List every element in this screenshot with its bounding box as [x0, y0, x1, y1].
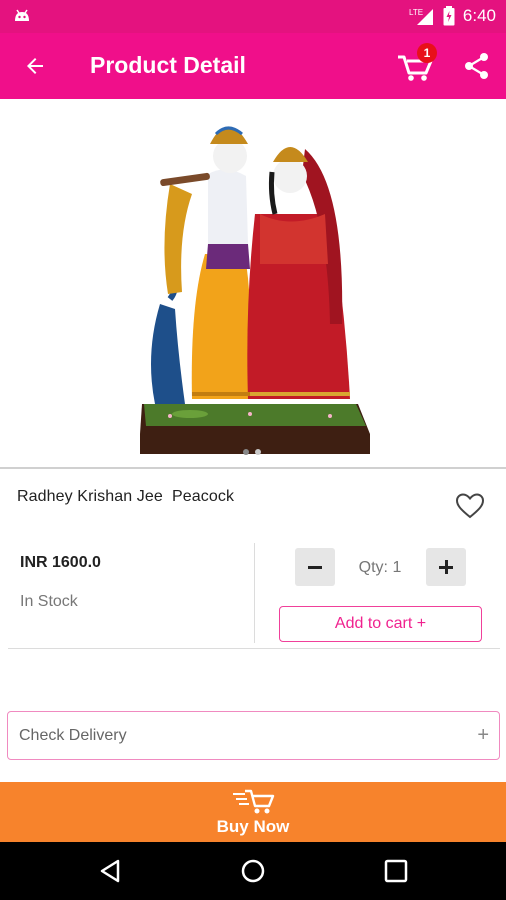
- status-bar: LTE 6:40: [0, 0, 506, 33]
- pager-dot[interactable]: [243, 449, 249, 455]
- heart-icon[interactable]: [455, 492, 485, 520]
- product-name: Radhey Krishan Jee Peacock: [17, 488, 235, 505]
- divider: [8, 648, 500, 649]
- battery-icon: [443, 6, 455, 26]
- product-price: INR 1600.0: [20, 554, 101, 571]
- svg-text:LTE: LTE: [409, 8, 423, 17]
- decrease-quantity-button[interactable]: [295, 548, 335, 586]
- check-delivery-label: Check Delivery: [19, 727, 127, 744]
- android-notification-icon: [15, 9, 29, 21]
- stock-status: In Stock: [20, 593, 78, 610]
- back-button[interactable]: [18, 49, 52, 83]
- product-detail-screen: LTE 6:40 Product Detail 1 Radhey Krishan…: [0, 0, 506, 900]
- status-time: 6:40: [462, 6, 496, 25]
- app-bar: Product Detail 1: [0, 33, 506, 99]
- buy-now-button[interactable]: Buy Now: [0, 782, 506, 842]
- system-navigation-bar: [0, 842, 506, 900]
- product-image[interactable]: [130, 104, 380, 456]
- divider: [254, 543, 255, 643]
- check-delivery-row[interactable]: Check Delivery +: [7, 711, 500, 760]
- image-pager-dots: [243, 449, 261, 455]
- minus-icon: [308, 565, 322, 569]
- quantity-label: Qty: 1: [358, 559, 402, 576]
- nav-home-icon[interactable]: [240, 858, 266, 884]
- cart-count-badge: 1: [417, 43, 437, 63]
- add-to-cart-button[interactable]: Add to cart +: [279, 606, 482, 642]
- pager-dot[interactable]: [255, 449, 261, 455]
- increase-quantity-button[interactable]: [426, 548, 466, 586]
- nav-back-icon[interactable]: [98, 858, 124, 884]
- divider: [0, 467, 506, 469]
- buy-now-label: Buy Now: [216, 817, 290, 836]
- arrow-back-icon: [27, 58, 43, 74]
- page-title: Product Detail: [90, 52, 246, 78]
- fast-cart-icon: [233, 789, 275, 814]
- lte-signal-icon: LTE: [409, 8, 433, 25]
- share-icon[interactable]: [462, 51, 492, 81]
- expand-plus-icon[interactable]: +: [477, 724, 489, 747]
- nav-recent-apps-icon[interactable]: [384, 859, 408, 883]
